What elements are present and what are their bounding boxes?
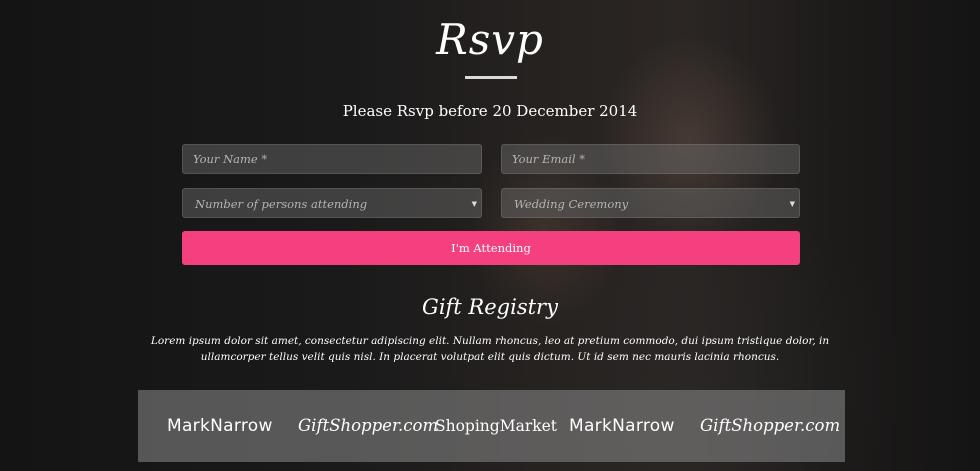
attending-button[interactable]: I'm Attending — [182, 231, 800, 265]
registry-logo-marknarrow[interactable]: MarkNarrow — [569, 390, 675, 462]
title-divider — [465, 76, 517, 79]
event-select[interactable]: Wedding Ceremony ▼ — [501, 188, 800, 218]
registry-logo-shopingmarket[interactable]: ShopingMarket — [435, 390, 557, 462]
name-field-wrapper — [182, 144, 482, 174]
event-select-value: Wedding Ceremony — [514, 197, 629, 211]
email-field-wrapper — [501, 144, 800, 174]
chevron-down-icon: ▼ — [789, 200, 795, 208]
gift-registry-title: Gift Registry — [422, 295, 558, 319]
registry-logo-marknarrow[interactable]: MarkNarrow — [167, 390, 273, 462]
email-input[interactable] — [502, 145, 799, 173]
name-input[interactable] — [183, 145, 481, 173]
chevron-down-icon: ▼ — [471, 200, 477, 208]
rsvp-title: Rsvp — [436, 15, 544, 64]
rsvp-deadline-text: Please Rsvp before 20 December 2014 — [342, 102, 638, 120]
rsvp-section: Rsvp Please Rsvp before 20 December 2014… — [0, 0, 980, 471]
registry-logos-strip: MarkNarrow GiftShopper.com ShopingMarket… — [138, 390, 845, 462]
persons-attending-select[interactable]: Number of persons attending ▼ — [182, 188, 482, 218]
registry-logo-giftshopper[interactable]: GiftShopper.com — [700, 390, 840, 462]
persons-attending-value: Number of persons attending — [195, 197, 368, 211]
gift-registry-text: Lorem ipsum dolor sit amet, consectetur … — [150, 335, 830, 363]
registry-logo-giftshopper[interactable]: GiftShopper.com — [298, 390, 438, 462]
